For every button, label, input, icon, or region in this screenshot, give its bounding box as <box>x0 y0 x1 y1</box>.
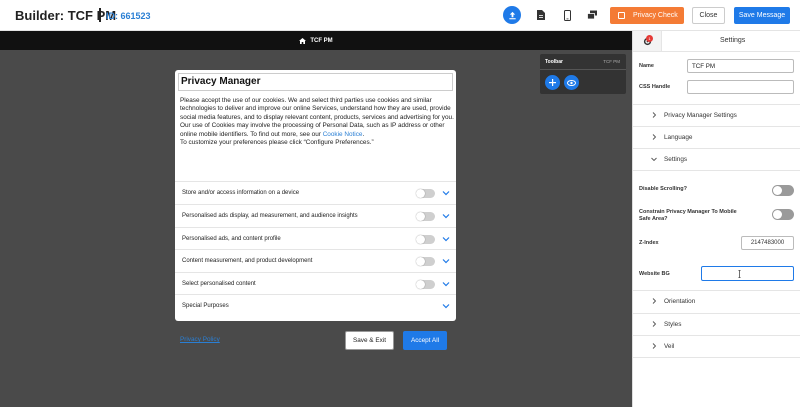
title-separator <box>99 8 101 22</box>
purpose-label: Special Purposes <box>182 303 229 309</box>
layers-button[interactable] <box>585 8 599 22</box>
purpose-row[interactable]: Select personalised content <box>175 272 456 295</box>
section-styles[interactable]: Styles <box>633 313 800 335</box>
purpose-label: Content measurement, and product develop… <box>182 258 313 264</box>
publish-button[interactable] <box>503 6 521 24</box>
constrain-safe-area-toggle[interactable] <box>772 209 794 220</box>
chevron-down-icon[interactable] <box>442 212 450 220</box>
section-privacy-manager-settings[interactable]: Privacy Manager Settings <box>633 104 800 126</box>
z-index-input[interactable]: 2147483000 <box>741 236 794 250</box>
modal-body-text: Please accept the use of our cookies. We… <box>180 97 454 147</box>
disable-scrolling-toggle[interactable] <box>772 185 794 196</box>
settings-tab[interactable]: 1 <box>633 31 662 51</box>
section-orientation[interactable]: Orientation <box>633 290 800 312</box>
error-badge: 1 <box>646 35 653 42</box>
css-handle-input[interactable] <box>687 80 794 94</box>
upload-icon <box>508 11 516 19</box>
website-bg-label: Website BG <box>639 271 670 277</box>
privacy-manager-modal: Privacy Manager Please accept the use of… <box>175 70 456 321</box>
privacy-check-button[interactable]: Privacy Check <box>610 7 684 24</box>
disable-scrolling-label: Disable Scrolling? <box>639 186 687 192</box>
chevron-down-icon[interactable] <box>442 189 450 197</box>
modal-title-box[interactable]: Privacy Manager <box>178 73 453 91</box>
settings-panel: 1 Settings Name TCF PM CSS Handle Privac… <box>632 31 800 407</box>
section-language[interactable]: Language <box>633 126 800 148</box>
section-label: Privacy Manager Settings <box>664 112 737 119</box>
save-exit-button[interactable]: Save & Exit <box>345 331 394 350</box>
modal-title: Privacy Manager <box>181 76 261 87</box>
purpose-toggle[interactable] <box>416 235 435 244</box>
purpose-toggle[interactable] <box>416 280 435 289</box>
layers-icon <box>586 10 597 20</box>
section-veil[interactable]: Veil <box>633 335 800 357</box>
toolbar-label: Toolbar <box>545 59 563 65</box>
constrain-safe-area-label: Constrain Privacy Manager To Mobile Safe… <box>639 209 737 222</box>
z-index-label: Z-Index <box>639 240 659 246</box>
chevron-right-icon <box>652 112 657 118</box>
purpose-label: Store and/or access information on a dev… <box>182 190 300 196</box>
section-label: Orientation <box>664 298 696 305</box>
section-label: Veil <box>664 343 675 350</box>
top-bar: Builder: TCF PM ID: 661523 Privacy Check… <box>0 0 800 31</box>
chevron-down-icon[interactable] <box>442 235 450 243</box>
mobile-icon <box>563 9 571 21</box>
checkbox-icon <box>618 12 625 19</box>
home-icon <box>299 37 307 44</box>
section-label: Settings <box>664 156 688 163</box>
name-label: Name <box>639 63 654 69</box>
section-label: Language <box>664 134 693 141</box>
chevron-right-icon <box>652 134 657 140</box>
purpose-label: Personalised ads display, ad measurement… <box>182 213 358 219</box>
document-view-button[interactable] <box>534 8 548 22</box>
purpose-label: Select personalised content <box>182 281 256 287</box>
section-label: Styles <box>664 321 682 328</box>
canvas-page-label: TCF PM <box>310 37 333 44</box>
purpose-toggle[interactable] <box>416 212 435 221</box>
preview-button[interactable] <box>564 75 579 90</box>
purpose-toggle[interactable] <box>416 189 435 198</box>
chevron-down-icon[interactable] <box>442 280 450 288</box>
message-id: ID: 661523 <box>106 11 151 21</box>
chevron-right-icon <box>652 321 657 327</box>
cookie-notice-link[interactable]: Cookie Notice <box>323 131 363 138</box>
panel-title: Settings <box>720 37 746 44</box>
accept-all-button[interactable]: Accept All <box>403 331 447 350</box>
body-text: Please accept the use of our cookies. We… <box>180 97 454 138</box>
section-settings[interactable]: Settings <box>633 148 800 170</box>
chevron-down-icon[interactable] <box>442 302 450 310</box>
section-divider <box>633 170 800 171</box>
mobile-view-button[interactable] <box>560 8 574 22</box>
website-bg-input[interactable] <box>701 266 794 281</box>
css-handle-label: CSS Handle <box>639 84 671 90</box>
section-divider <box>633 357 800 358</box>
name-input[interactable]: TCF PM <box>687 59 794 73</box>
chevron-right-icon <box>652 298 657 304</box>
document-icon <box>537 10 545 20</box>
chevron-right-icon <box>652 343 657 349</box>
purpose-toggle[interactable] <box>416 257 435 266</box>
plus-icon <box>549 79 556 86</box>
toolbar-name: TCF PM <box>603 59 620 64</box>
privacy-policy-link[interactable]: Privacy Policy <box>180 336 220 343</box>
purpose-row[interactable]: Store and/or access information on a dev… <box>175 181 456 204</box>
panel-divider <box>633 51 800 52</box>
eye-icon <box>567 79 576 86</box>
save-message-button[interactable]: Save Message <box>734 7 790 24</box>
purpose-label: Personalised ads, and content profile <box>182 236 281 242</box>
purpose-row-special[interactable]: Special Purposes <box>175 294 456 317</box>
purpose-row[interactable]: Personalised ads display, ad measurement… <box>175 204 456 227</box>
purpose-row[interactable]: Personalised ads, and content profile <box>175 227 456 250</box>
text-cursor-icon <box>738 270 741 278</box>
chevron-down-icon[interactable] <box>442 257 450 265</box>
privacy-check-label: Privacy Check <box>633 12 678 19</box>
chevron-down-icon <box>651 157 657 162</box>
canvas-page-bar: TCF PM <box>0 31 632 50</box>
close-button[interactable]: Close <box>692 7 725 24</box>
toolbar-divider <box>540 69 626 70</box>
add-component-button[interactable] <box>545 75 560 90</box>
floating-toolbar: Toolbar TCF PM <box>540 54 626 94</box>
purpose-row[interactable]: Content measurement, and product develop… <box>175 249 456 272</box>
